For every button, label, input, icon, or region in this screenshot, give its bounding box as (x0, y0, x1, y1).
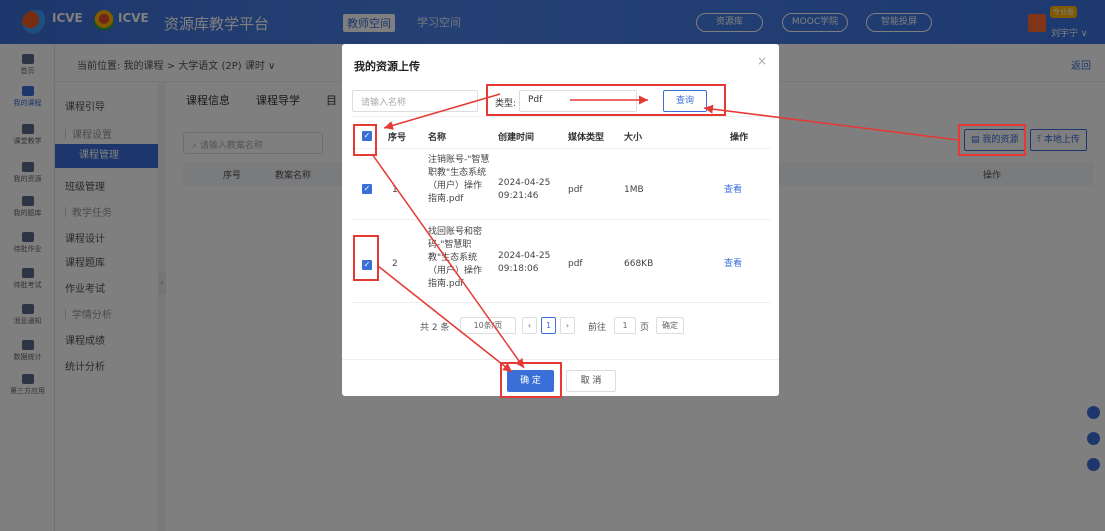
annotation-arrows (371, 93, 959, 373)
